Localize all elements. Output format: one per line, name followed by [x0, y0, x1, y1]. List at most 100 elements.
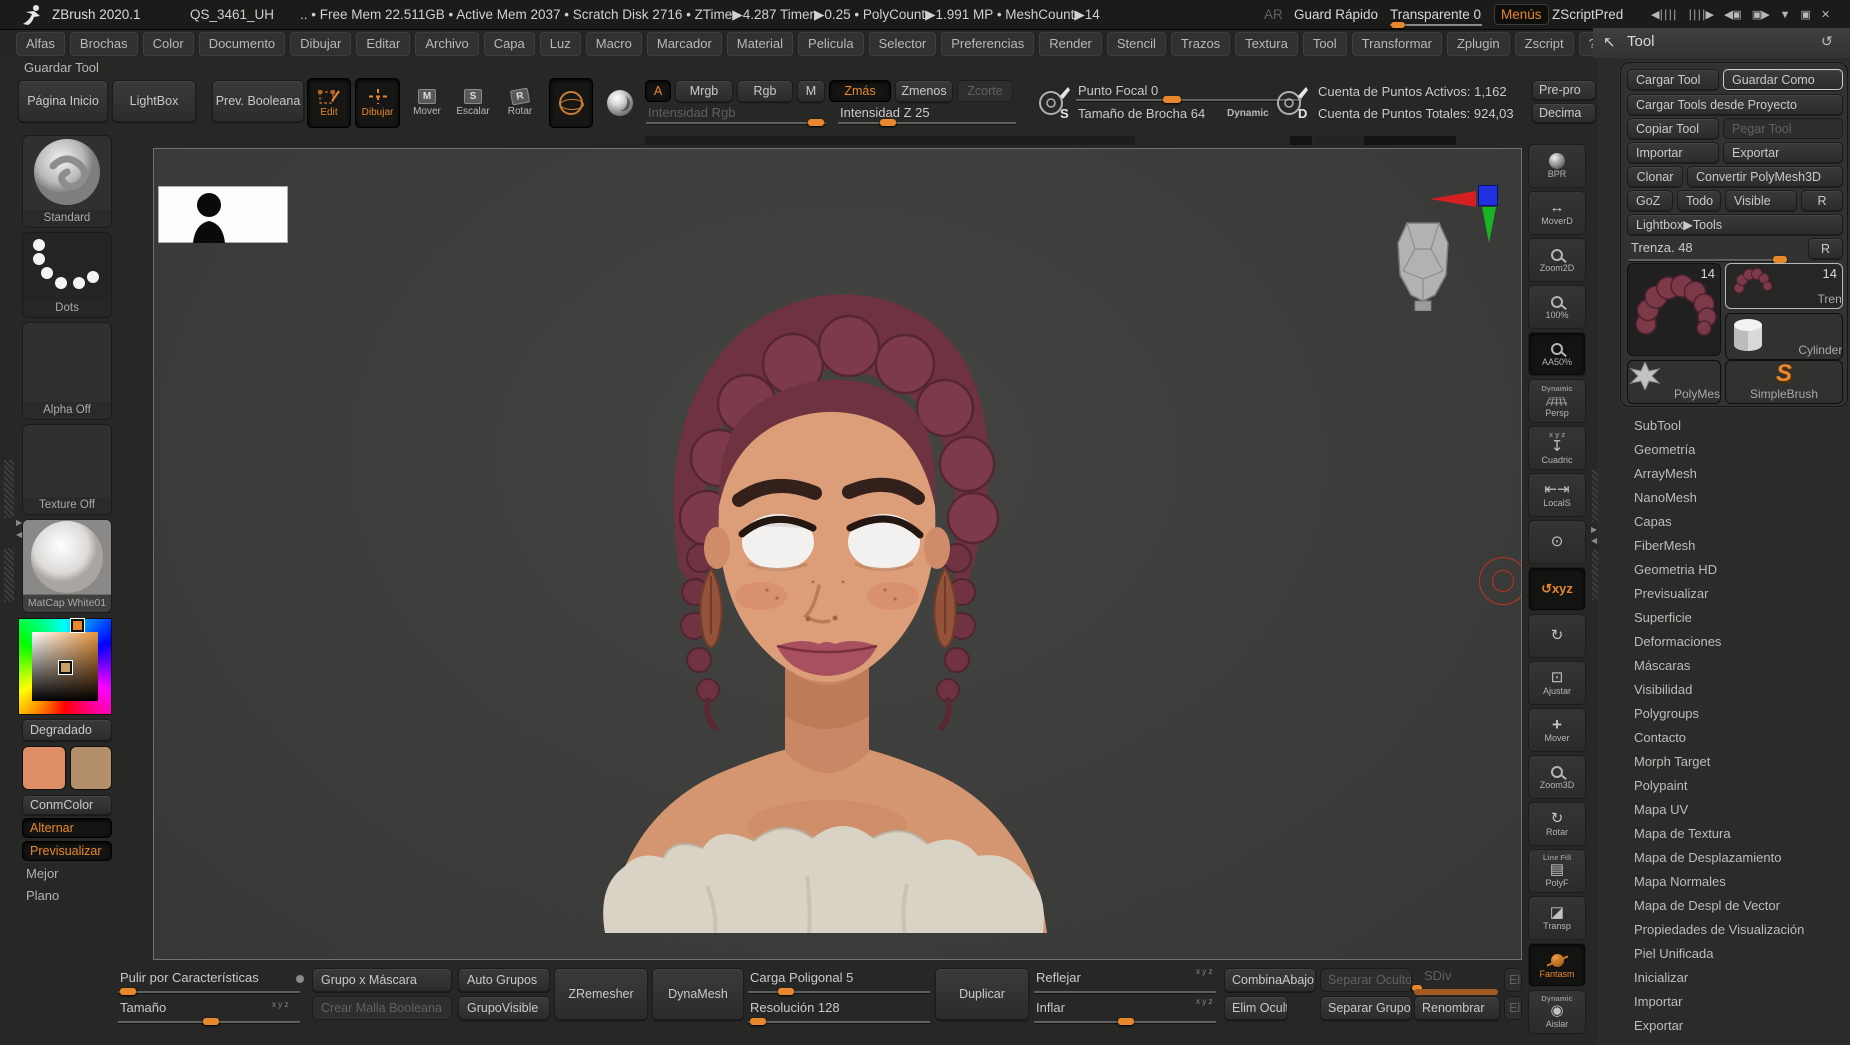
split-hidden-button[interactable]: Separar Oculto — [1320, 968, 1412, 992]
document-thumbnail[interactable] — [158, 186, 288, 243]
material-selector[interactable]: MatCap White01 — [22, 519, 112, 613]
hue-marker[interactable] — [71, 619, 84, 632]
shelf-button-ajustar[interactable]: ⊡ Ajustar — [1528, 661, 1586, 705]
close-icon[interactable]: ✕ — [1821, 8, 1830, 21]
menu-tab[interactable]: Selector — [868, 32, 937, 56]
group-visible-button[interactable]: GrupoVisible — [458, 996, 550, 1020]
menu-tab[interactable]: Color — [142, 32, 194, 56]
clipped-button-bottom[interactable]: Eli — [1504, 996, 1522, 1020]
z-intensity-track[interactable] — [838, 122, 1016, 124]
transparent-slider[interactable]: Transparente 0 — [1390, 7, 1481, 22]
brush-selector[interactable]: Standard — [22, 135, 112, 228]
tool-section-header[interactable]: SubTool — [1634, 414, 1804, 438]
merge-down-button[interactable]: CombinaAbajo — [1224, 968, 1316, 992]
dynamic-toggle[interactable]: Dynamic — [1227, 108, 1269, 119]
size-slider[interactable]: Tamaño — [120, 1000, 166, 1015]
shelf-button-transp[interactable]: ◪ Transp — [1528, 896, 1586, 940]
shelf-button-locals[interactable]: ⇤⇥ LocalS — [1528, 473, 1586, 517]
move-button[interactable]: M Mover — [407, 78, 447, 128]
delete-hidden-button[interactable]: Elim Ocult — [1224, 996, 1288, 1020]
tool-section-header[interactable]: Polypaint — [1634, 774, 1804, 798]
rgb-intensity-handle[interactable] — [808, 119, 824, 126]
export-button[interactable]: Exportar — [1723, 142, 1843, 163]
draw-button[interactable]: Dibujar — [355, 78, 400, 128]
group-mask-button[interactable]: Grupo x Máscara — [312, 968, 452, 992]
paste-tool-button[interactable]: Pegar Tool — [1723, 118, 1843, 139]
edit-button[interactable]: Edit — [307, 78, 351, 128]
ar-toggle[interactable]: AR — [1264, 7, 1283, 22]
inflate-handle[interactable] — [1118, 1018, 1134, 1025]
rgb-button[interactable]: Rgb — [737, 80, 793, 102]
menu-tab[interactable]: Pelicula — [798, 32, 864, 56]
tool-section-header[interactable]: Máscaras — [1634, 654, 1804, 678]
polish-toggle-dot[interactable] — [296, 975, 304, 983]
menu-tab[interactable]: Tool — [1302, 32, 1347, 56]
draw-size-slider[interactable]: Tamaño de Brocha 64 — [1078, 106, 1205, 121]
clone-button[interactable]: Clonar — [1627, 166, 1683, 187]
mirror-slider[interactable]: Reflejar — [1036, 970, 1081, 985]
shelf-button-zoom100[interactable]: 100% — [1528, 285, 1586, 329]
recent-tool-simplebrush[interactable]: S SimpleBrush — [1725, 360, 1843, 404]
alternate-button[interactable]: Alternar — [22, 818, 112, 838]
menu-tab[interactable]: Documento — [198, 32, 286, 56]
alpha-channel-button[interactable]: A — [645, 80, 671, 102]
rotate-button[interactable]: R Rotar — [499, 78, 541, 128]
zremesher-button[interactable]: ZRemesher — [554, 968, 648, 1020]
tool-section-header[interactable]: Piel Unificada — [1634, 942, 1804, 966]
zsub-button[interactable]: Zmenos — [895, 80, 953, 102]
copy-tool-button[interactable]: Copiar Tool — [1627, 118, 1719, 139]
import-button[interactable]: Importar — [1627, 142, 1719, 163]
tool-section-header[interactable]: Mapa de Textura — [1634, 822, 1804, 846]
restore-configuration-icon[interactable]: ↺ — [1821, 33, 1833, 50]
poly-load-slider[interactable]: Carga Poligonal 5 — [750, 970, 853, 985]
tool-section-header[interactable]: Inicializar — [1634, 966, 1804, 990]
resolution-handle[interactable] — [750, 1018, 766, 1025]
tool-section-header[interactable]: ArrayMesh — [1634, 462, 1804, 486]
tool-section-header[interactable]: Geometría — [1634, 438, 1804, 462]
tool-section-header[interactable]: NanoMesh — [1634, 486, 1804, 510]
shelf-button-polyf[interactable]: Line Fill ▤ PolyF — [1528, 849, 1586, 893]
camera-head-preview[interactable] — [1393, 219, 1453, 311]
shelf-button-xyz[interactable]: ↺xyz — [1528, 567, 1586, 611]
dynamic-brush-icon[interactable]: D — [1274, 82, 1310, 124]
tool-section-header[interactable]: Deformaciones — [1634, 630, 1804, 654]
home-page-button[interactable]: Página Inicio — [18, 80, 108, 122]
rgb-intensity-slider[interactable]: Intensidad Rgb — [648, 105, 735, 120]
tool-section-header[interactable]: Superficie — [1634, 606, 1804, 630]
save-as-button[interactable]: Guardar Como — [1723, 69, 1843, 90]
tool-r-button[interactable]: R — [1808, 238, 1843, 259]
tray-collapse-icon[interactable]: ◀ — [16, 530, 22, 539]
preview-boolean-button[interactable]: Prev. Booleana — [212, 80, 304, 122]
tool-section-header[interactable]: Importar — [1634, 990, 1804, 1014]
polish-track[interactable] — [118, 991, 300, 993]
tool-section-header[interactable]: Geometria HD — [1634, 558, 1804, 582]
shelf-button-aislar[interactable]: Dynamic ◉ Aislar — [1528, 990, 1586, 1034]
shelf-button-zoom2d[interactable]: Zoom2D — [1528, 238, 1586, 282]
menu-tab[interactable]: Macro — [585, 32, 642, 56]
focal-shift-track[interactable] — [1076, 99, 1302, 101]
tray-left-icon[interactable]: ◀∣∣∣∣ — [1651, 8, 1677, 21]
z-intensity-handle[interactable] — [880, 119, 896, 126]
scale-button[interactable]: S Escalar — [452, 78, 494, 128]
tool-section-header[interactable]: Mapa Normales — [1634, 870, 1804, 894]
goz-button[interactable]: GoZ — [1627, 190, 1673, 211]
auto-groups-button[interactable]: Auto Grupos — [458, 968, 550, 992]
document-name[interactable]: QS_3461_UH — [190, 7, 274, 22]
split-group-button[interactable]: Separar Grupo — [1320, 996, 1412, 1020]
saturation-marker[interactable] — [59, 661, 72, 674]
shelf-button-mover[interactable]: + Mover — [1528, 708, 1586, 752]
mrgb-button[interactable]: Mrgb — [675, 80, 733, 102]
polish-slider[interactable]: Pulir por Características — [120, 970, 259, 985]
make-boolean-button[interactable]: Crear Malla Booleana — [312, 996, 452, 1020]
goz-r-button[interactable]: R — [1801, 190, 1843, 211]
tool-section-header[interactable]: Mapa de Desplazamiento — [1634, 846, 1804, 870]
current-material-button[interactable] — [598, 78, 642, 128]
rgb-intensity-track[interactable] — [646, 122, 826, 124]
visible-button[interactable]: Visible — [1725, 190, 1797, 211]
tool-section-header[interactable]: Mapa de Despl de Vector — [1634, 894, 1804, 918]
menu-tab[interactable]: Dibujar — [290, 32, 352, 56]
active-tool-slider[interactable]: Trenza. 48 — [1631, 240, 1693, 255]
lightbox-tools-button[interactable]: Lightbox▶Tools — [1627, 214, 1843, 235]
size-handle[interactable] — [203, 1018, 219, 1025]
menu-tab[interactable]: Brochas — [69, 32, 138, 56]
